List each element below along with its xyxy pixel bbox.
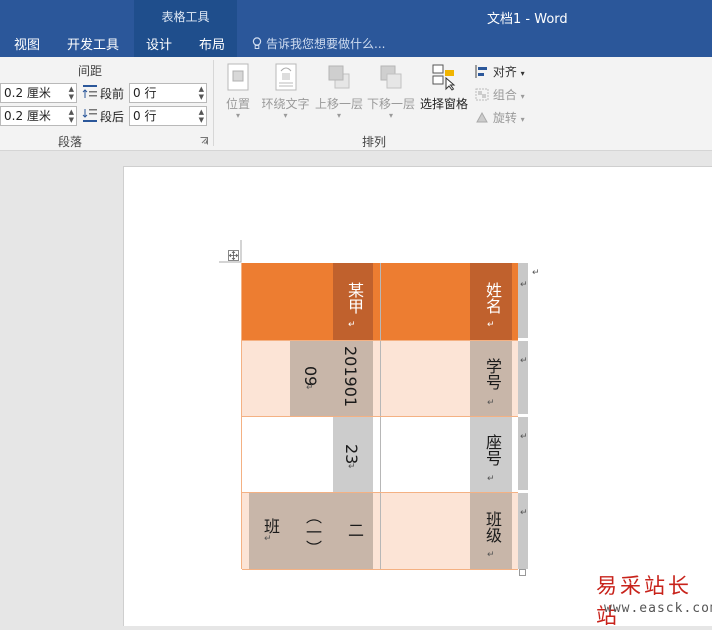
dialog-launcher-icon[interactable]: [200, 137, 208, 145]
cell-text-class-value-line2: （一）: [303, 508, 322, 556]
send-backward-button[interactable]: 下移一层 ▾: [366, 62, 416, 120]
group-separator: [213, 60, 214, 146]
tell-me-box[interactable]: 告诉我您想要做什么...: [252, 35, 385, 53]
end-of-cell-mark: ↵: [348, 462, 356, 472]
bring-forward-button[interactable]: 上移一层 ▾: [314, 62, 364, 120]
end-of-cell-mark: ↵: [306, 383, 314, 393]
end-of-cell-mark: ↵: [520, 508, 528, 518]
window-title: 文档1 - Word: [487, 12, 568, 27]
position-icon: [227, 63, 249, 91]
cell-text-id-label: 学号: [483, 358, 502, 390]
tab-layout[interactable]: 布局: [199, 34, 225, 53]
end-of-cell-mark: ↵: [520, 432, 528, 442]
tab-view[interactable]: 视图: [14, 34, 40, 53]
tab-design[interactable]: 设计: [146, 34, 172, 53]
cell-text-seat-label: 座号: [483, 434, 502, 466]
indent-right-value: 0.2 厘米: [4, 109, 51, 123]
space-before-value: 0 行: [133, 86, 157, 100]
paragraph-group-label: 段落: [58, 135, 83, 149]
cell-text-class-value-line3: 班: [261, 518, 280, 534]
align-icon: [475, 65, 487, 78]
space-before-input[interactable]: 0 行 ▲ ▼: [129, 83, 207, 103]
cell-text-class-label: 班级: [483, 511, 502, 543]
spacing-heading: 间距: [78, 64, 103, 78]
wrap-text-button[interactable]: 环绕文字 ▾: [258, 62, 313, 120]
rotate-button[interactable]: 旋转 ▾: [475, 109, 525, 126]
end-of-cell-mark: ↵: [520, 356, 528, 366]
spinner-arrows-icon[interactable]: ▲ ▼: [199, 85, 204, 101]
space-before-label: 段前: [100, 87, 125, 101]
table-resize-handle[interactable]: [519, 569, 526, 576]
end-of-cell-mark: ↵: [520, 280, 528, 290]
cell-text-name-label: 姓名: [483, 282, 502, 314]
space-after-label: 段后: [100, 110, 125, 124]
end-of-cell-mark: ↵: [487, 320, 495, 330]
cell-text-class-value-line1: 二: [345, 522, 364, 538]
rotate-label: 旋转: [492, 111, 517, 125]
end-of-cell-mark: ↵: [487, 474, 495, 484]
end-of-cell-mark: ↵: [264, 534, 272, 544]
wrap-text-icon: [275, 63, 296, 91]
row-divider: [242, 340, 518, 341]
arrange-group-label: 排列: [362, 135, 387, 149]
tell-me-placeholder: 告诉我您想要做什么...: [266, 37, 386, 51]
space-after-value: 0 行: [133, 109, 157, 123]
bring-forward-label: 上移一层: [314, 97, 363, 111]
spinner-arrows-icon[interactable]: ▲ ▼: [199, 108, 204, 124]
indent-left-input[interactable]: 0.2 厘米 ▲ ▼: [0, 83, 77, 103]
send-backward-label: 下移一层: [366, 97, 415, 111]
group-button[interactable]: 组合 ▾: [475, 86, 525, 103]
wrap-text-label: 环绕文字: [261, 97, 310, 111]
row-end-gap: [518, 414, 528, 417]
space-after-icon: [82, 109, 97, 122]
cell-text-name-value: 某甲: [345, 282, 364, 314]
position-button[interactable]: 位置 ▾: [222, 62, 254, 120]
group-label: 组合: [492, 88, 517, 102]
align-label: 对齐: [492, 65, 517, 79]
end-of-cell-mark: ↵: [487, 550, 495, 560]
cell-text-id-value-line1: 201901: [341, 346, 360, 408]
indent-right-input[interactable]: 0.2 厘米 ▲ ▼: [0, 106, 77, 126]
selection-pane-label: 选择窗格: [419, 97, 468, 111]
context-group-label: 表格工具: [161, 10, 210, 24]
watermark-logo-text: 易采站长站: [596, 574, 692, 628]
bring-forward-icon: [328, 65, 350, 89]
indent-left-value: 0.2 厘米: [4, 86, 51, 100]
table-move-handle[interactable]: [228, 250, 239, 261]
space-after-input[interactable]: 0 行 ▲ ▼: [129, 106, 207, 126]
selection-pane-button[interactable]: 选择窗格: [418, 62, 470, 112]
position-label: 位置: [225, 97, 250, 111]
rotate-icon: [476, 111, 488, 123]
spinner-arrows-icon[interactable]: ▲ ▼: [69, 85, 74, 101]
align-button[interactable]: 对齐 ▾: [475, 63, 525, 80]
end-of-row-mark: ↵: [532, 268, 540, 278]
group-icon: [475, 88, 489, 101]
watermark-url: www.easck.com: [604, 601, 712, 616]
tab-developer[interactable]: 开发工具: [67, 34, 119, 53]
spinner-arrows-icon[interactable]: ▲ ▼: [69, 108, 74, 124]
table-bottom-border: [242, 569, 518, 570]
space-before-icon: [82, 85, 97, 98]
move-icon: [229, 251, 238, 260]
end-of-cell-mark: ↵: [487, 398, 495, 408]
send-backward-icon: [380, 65, 402, 89]
selection-pane-icon: [432, 64, 456, 91]
row-divider: [242, 492, 518, 493]
table-left-border: [241, 263, 242, 569]
row-divider: [242, 416, 518, 417]
row-end-gap: [518, 490, 528, 493]
row-end-gap: [518, 338, 528, 341]
end-of-cell-mark: ↵: [348, 320, 356, 330]
lightbulb-icon: [252, 37, 262, 53]
